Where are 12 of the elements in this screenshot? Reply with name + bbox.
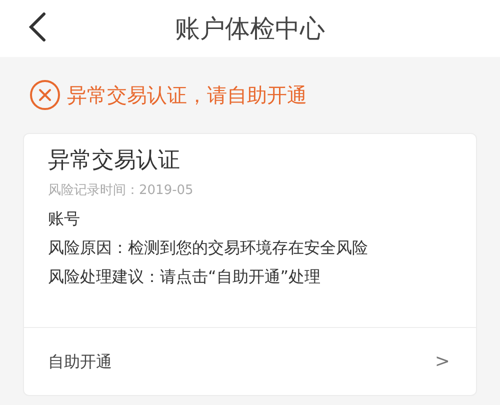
alert-message: 异常交易认证，请自助开通 [67,82,307,109]
risk-detail: 风险原因：检测到您的交易环境存在安全风险 [48,237,369,259]
risk-detail: 账号 [48,208,81,230]
action-label: 自助开通 [48,350,112,372]
back-icon[interactable] [27,12,47,42]
card-title: 异常交易认证 [48,147,181,175]
chevron: > [434,350,450,374]
error-icon [29,79,61,111]
record-time: 风险记录时间：2019-05 [48,182,194,200]
page-title: 账户体检中心 [175,12,325,45]
risk-detail: 风险处理建议：请点击“自助开通”处理 [48,266,322,288]
self-service-row[interactable]: 自助开通 > [24,327,476,395]
